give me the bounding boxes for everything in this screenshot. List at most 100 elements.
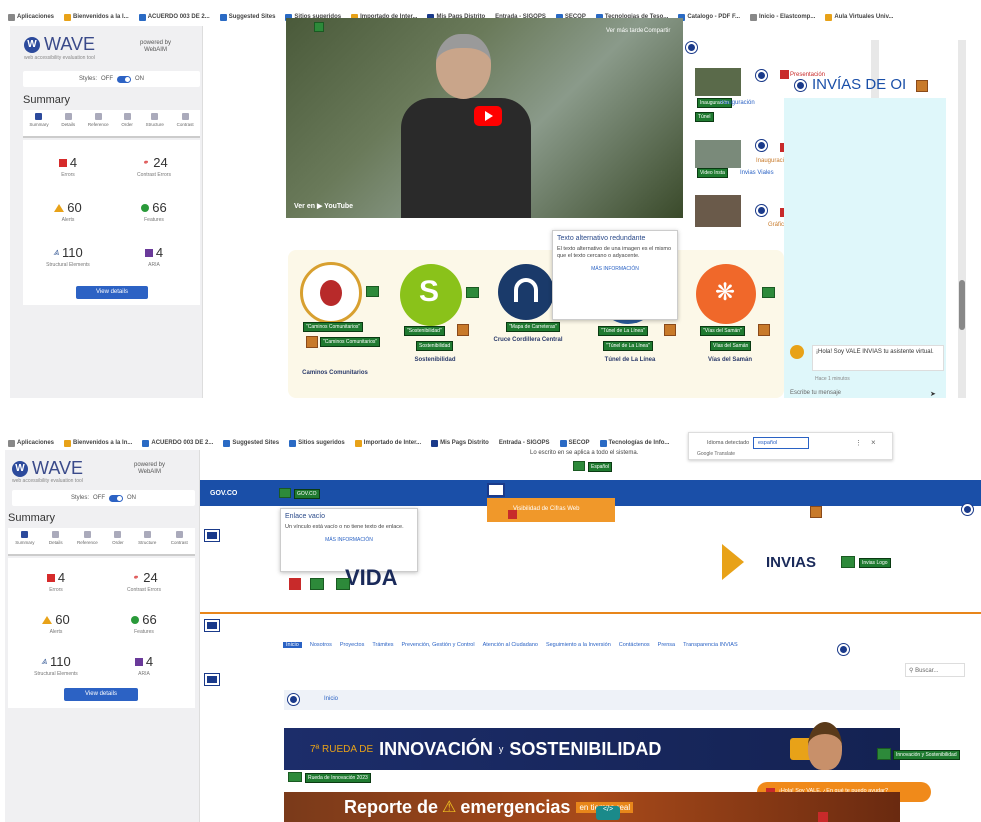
send-icon[interactable]: ➤	[930, 390, 936, 398]
card-title[interactable]: Caminos Comunitarios	[295, 370, 375, 376]
breadcrumb[interactable]: Inicio	[324, 696, 338, 702]
wave-error-icon[interactable]	[289, 578, 301, 590]
cruce-cordillera-logo[interactable]	[498, 264, 554, 320]
card-alt-tag[interactable]: Sostenibilidad	[416, 341, 454, 351]
wave-feature-marker[interactable]	[877, 748, 891, 760]
nav-item[interactable]: Prensa	[658, 642, 675, 648]
bookmark-item[interactable]: ACUERDO 003 DE 2...	[142, 439, 213, 447]
card-title[interactable]: Cruce Cordillera Central	[483, 337, 573, 343]
wave-structure-icon[interactable]	[838, 644, 849, 655]
wave-error-icon[interactable]	[508, 510, 517, 519]
features-stat[interactable]: 66 Features	[110, 200, 198, 223]
tab-order[interactable]: Order	[121, 113, 133, 136]
card-title[interactable]: Vías del Samán	[690, 357, 770, 363]
styles-toggle[interactable]	[109, 494, 123, 502]
thumb-video-1[interactable]	[695, 68, 741, 96]
watch-on-youtube[interactable]: Ver en ▶ YouTube	[294, 202, 353, 210]
wave-feature-marker[interactable]	[466, 287, 479, 298]
wave-structure-icon[interactable]	[756, 140, 767, 151]
wave-alt-tag[interactable]: Túnel	[695, 112, 714, 122]
aria-stat[interactable]: 4 ARIA	[110, 245, 198, 268]
emergencias-banner[interactable]: Reporte de ⚠ emergencias en tiempo real	[284, 792, 900, 822]
visibility-button[interactable]: Visibilidad de Cifras Web	[487, 498, 615, 522]
errors-stat[interactable]: 4 Errors	[24, 155, 112, 178]
wave-feature-marker[interactable]	[279, 488, 291, 498]
tab-contrast[interactable]: Contrast	[171, 531, 188, 554]
wave-alert-icon[interactable]	[810, 506, 822, 518]
wave-structure-icon[interactable]	[205, 674, 219, 685]
video-player[interactable]: Ver más tarde Compartir Ver en ▶ YouTube	[286, 18, 683, 218]
tab-structure[interactable]: Structure	[146, 113, 164, 136]
wave-feature-marker[interactable]	[573, 461, 585, 471]
tab-contrast[interactable]: Contrast	[177, 113, 194, 136]
wave-alert-icon[interactable]	[916, 80, 928, 92]
wave-feature-marker[interactable]	[314, 22, 324, 32]
wave-alert-icon[interactable]	[457, 324, 469, 336]
structure-stat[interactable]: ⩓ 110 Structural Elements	[12, 654, 100, 677]
sostenibilidad-logo[interactable]: S	[400, 264, 462, 326]
bookmark-item[interactable]: Suggested Sites	[223, 439, 279, 447]
tab-structure[interactable]: Structure	[138, 531, 156, 554]
banner-alt-tag[interactable]: Innovación y Sostenibilidad	[893, 750, 960, 760]
wave-feature-marker[interactable]	[336, 578, 350, 590]
card-alt-tag[interactable]: "Sostenibilidad"	[404, 326, 445, 336]
wave-feature-marker[interactable]	[288, 772, 302, 782]
translate-language[interactable]: español	[753, 437, 809, 449]
card-alt-tag[interactable]: "Túnel de La Línea"	[603, 341, 653, 351]
tab-details[interactable]: Details	[61, 113, 75, 136]
tab-reference[interactable]: Reference	[77, 531, 98, 554]
wave-structure-icon[interactable]	[205, 530, 219, 541]
wave-structure-icon[interactable]	[756, 205, 767, 216]
nav-item-inicio[interactable]: Inicio	[283, 642, 302, 648]
nav-item[interactable]: Trámites	[372, 642, 393, 648]
gov-alt-tag[interactable]: GOV.CO	[294, 489, 320, 499]
tab-order[interactable]: Order	[112, 531, 124, 554]
chat-input[interactable]: Escribe tu mensaje	[790, 390, 841, 396]
wave-error-icon[interactable]	[818, 812, 828, 822]
bookmark-item[interactable]: ACUERDO 003 DE 2...	[138, 13, 210, 21]
more-icon[interactable]: ⋮	[855, 439, 862, 447]
wave-structure-icon[interactable]	[795, 80, 806, 91]
nav-item[interactable]: Prevención, Gestión y Control	[402, 642, 475, 648]
wave-feature-marker[interactable]	[762, 287, 775, 298]
view-details-button[interactable]: View details	[64, 688, 138, 701]
item-b[interactable]: Invias Viales	[740, 170, 774, 176]
share[interactable]: Compartir	[644, 28, 670, 34]
wave-alt-tag[interactable]: Video Insta	[697, 168, 728, 178]
errors-stat[interactable]: 4 Errors	[12, 570, 100, 593]
banner-alt-tag[interactable]: Rueda de Innovación 2023	[305, 773, 371, 783]
tab-summary[interactable]: Summary	[15, 531, 34, 554]
bookmark-item[interactable]: Bienvenidos a la In...	[64, 439, 132, 447]
watch-later[interactable]: Ver más tarde	[606, 28, 643, 34]
wave-error-icon[interactable]	[780, 70, 789, 79]
bookmark-item[interactable]: Bienvenidos a la I...	[64, 13, 129, 21]
wave-structure-icon[interactable]	[962, 504, 973, 515]
card-alt-tag[interactable]: "Vías del Samán"	[700, 326, 745, 336]
bookmark-item[interactable]: Mis Pags Distrito	[431, 439, 489, 447]
bookmark-item[interactable]: Entrada - SIGOPS	[499, 440, 550, 446]
card-title[interactable]: Sostenibilidad	[395, 357, 475, 363]
nav-item[interactable]: Seguimiento a la Inversión	[546, 642, 611, 648]
card-alt-tag[interactable]: "Caminos Comunitarios"	[303, 322, 364, 332]
govco-logo[interactable]: GOV.CO	[210, 490, 237, 497]
alerts-stat[interactable]: 60 Alerts	[12, 612, 100, 635]
tab-details[interactable]: Details	[49, 531, 63, 554]
alerts-stat[interactable]: 60 Alerts	[24, 200, 112, 223]
thumb-video-2[interactable]	[695, 140, 741, 168]
styles-toggle[interactable]	[117, 75, 131, 83]
card-alt-tag[interactable]: "Mapa de Carreteras"	[506, 322, 561, 332]
wave-alert-icon[interactable]	[758, 324, 770, 336]
thumb-video-3[interactable]	[695, 195, 741, 227]
lang-alt-tag[interactable]: Español	[588, 462, 613, 472]
nav-item[interactable]: Transparencia INVIAS	[683, 642, 738, 648]
scroll-thumb[interactable]	[959, 280, 965, 330]
bookmark-item[interactable]: Tecnologías de Info...	[599, 439, 669, 447]
bookmark-item[interactable]: Aplicaciones	[8, 439, 54, 447]
wave-structure-icon[interactable]	[487, 483, 505, 497]
tooltip-more-link[interactable]: MÁS INFORMACIÓN	[557, 266, 673, 272]
youtube-play-icon[interactable]	[474, 106, 502, 126]
wave-structure-icon[interactable]	[686, 42, 697, 53]
nav-item[interactable]: Atención al Ciudadano	[483, 642, 538, 648]
wave-structure-icon[interactable]	[288, 694, 299, 705]
structure-stat[interactable]: ⩓ 110 Structural Elements	[24, 245, 112, 268]
